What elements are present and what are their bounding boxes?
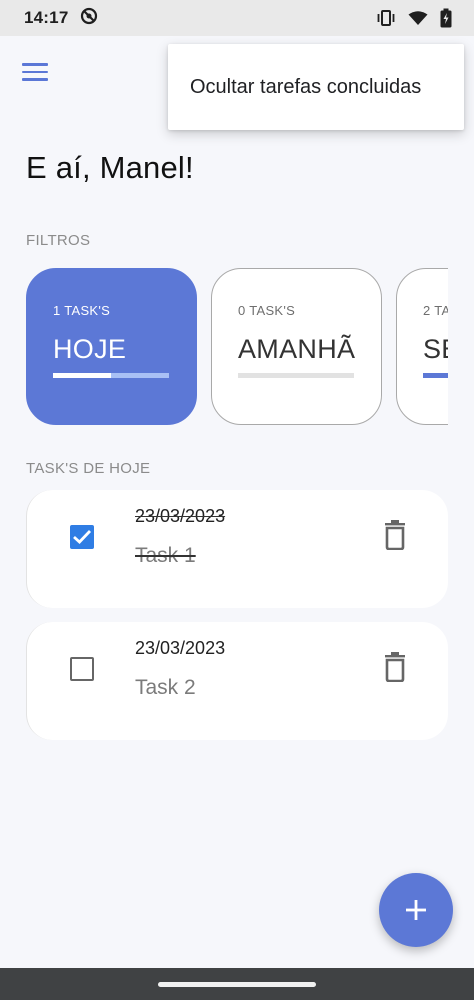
filter-title: HOJE: [53, 334, 127, 364]
tasks-section-label: TASK'S DE HOJE: [26, 460, 151, 477]
task-date: 23/03/2023: [135, 506, 226, 526]
vibrate-icon: [376, 9, 396, 27]
filter-card-week[interactable]: 2 TASK'S SEMANA: [396, 268, 448, 425]
plus-icon: [406, 900, 426, 920]
menu-icon[interactable]: [22, 58, 52, 86]
filter-progress-fill: [53, 373, 111, 378]
filters-section-label: FILTROS: [26, 232, 91, 249]
task-card[interactable]: 23/03/2023 Task 2: [26, 622, 448, 740]
add-task-button[interactable]: [379, 873, 453, 947]
filter-progress-bar: [238, 373, 354, 378]
task-card[interactable]: 23/03/2023 Task 1: [26, 490, 448, 608]
task-name: Task 1: [135, 544, 196, 567]
status-time: 14:17: [24, 8, 69, 27]
filter-count: 2 TASK'S: [423, 303, 448, 318]
filters-carousel[interactable]: 1 TASK'S HOJE 0 TASK'S AMANHÃ 2 TASK'S S…: [26, 268, 448, 428]
filter-progress-fill: [423, 373, 448, 378]
menu-icon-bar: [22, 70, 48, 74]
task-name: Task 2: [135, 676, 196, 699]
check-icon: [73, 530, 92, 544]
filter-count: 0 TASK'S: [238, 303, 296, 318]
trash-icon[interactable]: [383, 652, 407, 683]
status-right: [376, 8, 452, 28]
navigation-bar: [0, 968, 474, 1000]
filter-progress-bar: [53, 373, 169, 378]
wifi-icon: [408, 10, 428, 26]
status-left: 14:17: [24, 7, 98, 30]
filter-title: AMANHÃ: [238, 334, 356, 364]
greeting-title: E aí, Manel!: [26, 150, 194, 185]
overflow-popup-menu: Ocultar tarefas concluidas: [168, 44, 464, 130]
status-bar: 14:17: [0, 0, 474, 36]
filter-card-today[interactable]: 1 TASK'S HOJE: [26, 268, 197, 425]
filter-card-tomorrow[interactable]: 0 TASK'S AMANHÃ: [211, 268, 382, 425]
battery-icon: [440, 8, 452, 28]
task-checkbox[interactable]: [70, 657, 94, 681]
menu-icon-bar: [22, 63, 48, 66]
filter-progress-bar: [423, 373, 448, 378]
task-date: 23/03/2023: [135, 638, 226, 658]
app-screen: 14:17 Ocultar tarefas concluidas E aí, M…: [0, 0, 474, 1000]
filters-row: 1 TASK'S HOJE 0 TASK'S AMANHÃ 2 TASK'S S…: [26, 268, 448, 425]
filter-count: 1 TASK'S: [53, 303, 111, 318]
menu-icon-bar: [22, 78, 48, 81]
filter-title: SEMANA: [423, 334, 448, 364]
trash-icon[interactable]: [383, 520, 407, 551]
hide-completed-tasks-menu-item[interactable]: Ocultar tarefas concluidas: [190, 76, 421, 99]
do-not-disturb-icon: [80, 7, 98, 30]
task-checkbox[interactable]: [70, 525, 94, 549]
gesture-handle[interactable]: [158, 981, 316, 987]
